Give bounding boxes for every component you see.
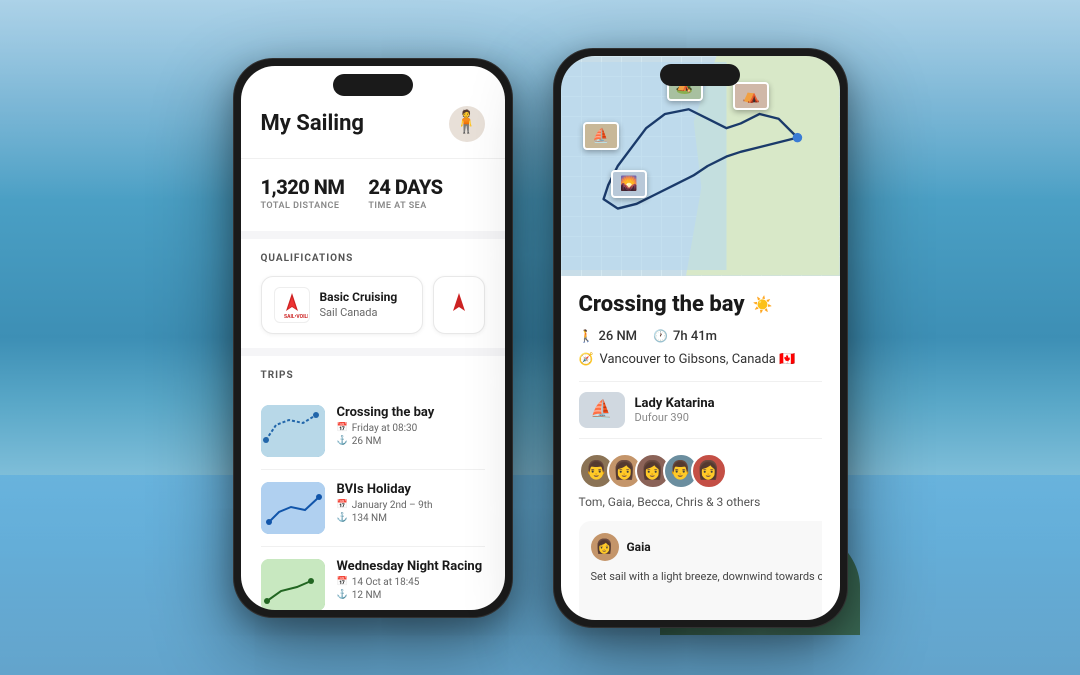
trip-route-row: 🧭 Vancouver to Gibsons, Canada 🇨🇦 — [579, 352, 822, 367]
calendar-icon-2: 📅 — [337, 500, 348, 510]
review-card-1[interactable]: 👩 Gaia Set sail with a light breeze, dow… — [579, 521, 822, 620]
avatar[interactable] — [449, 106, 485, 142]
left-screen: My Sailing 1,320 NM TOTAL DISTANCE 24 DA… — [241, 66, 505, 610]
crew-avatars: 👨 👩 👩 👨 👩 — [579, 453, 822, 489]
qualifications-section: QUALIFICATIONS SAIL•VOILE — [241, 239, 505, 348]
clock-icon: 🕐 — [653, 329, 668, 343]
days-label: TIME AT SEA — [368, 201, 442, 211]
reviewer-avatar-1: 👩 — [591, 533, 619, 561]
trip-info-1: Crossing the bay 📅 Friday at 08:30 ⚓ 26 … — [337, 405, 435, 449]
crew-avatar-5: 👩 — [691, 453, 727, 489]
my-sailing-title: My Sailing — [261, 111, 365, 136]
distance-label: TOTAL DISTANCE — [261, 201, 345, 211]
trip-item-3[interactable]: Wednesday Night Racing 📅 14 Oct at 18:45… — [261, 547, 485, 610]
trip-map-1 — [261, 405, 325, 457]
map-photo-4: 🌄 — [611, 170, 647, 198]
days-value: 24 DAYS — [368, 175, 442, 199]
distance-icon-3: ⚓ — [337, 590, 348, 600]
trip-meta-date-2: 📅 January 2nd – 9th — [337, 500, 433, 511]
trip-detail-content: Crossing the bay ☀️ 🚶 26 NM 🕐 7h 41m — [561, 276, 840, 620]
trip-item-2[interactable]: BVIs Holiday 📅 January 2nd – 9th ⚓ 134 N… — [261, 470, 485, 547]
compass-icon: 🧭 — [579, 352, 594, 366]
trip-stats-row: 🚶 26 NM 🕐 7h 41m — [579, 329, 822, 344]
svg-text:SAIL•VOILE: SAIL•VOILE — [284, 314, 308, 320]
trip-dist-1: 26 NM — [352, 436, 382, 447]
map-area: ⛵ 🏕️ ⛺ 🌄 — [561, 56, 840, 276]
trip-map-2 — [261, 482, 325, 534]
trip-distance-item: 🚶 26 NM — [579, 329, 638, 344]
distance-value: 1,320 NM — [261, 175, 345, 199]
map-photos: ⛵ 🏕️ ⛺ 🌄 — [561, 56, 840, 276]
distance-stat: 1,320 NM TOTAL DISTANCE — [261, 175, 345, 211]
trips-title: TRIPS — [261, 370, 485, 381]
trip-name-1: Crossing the bay — [337, 405, 435, 420]
trip-meta-dist-2: ⚓ 134 NM — [337, 513, 433, 524]
calendar-icon-1: 📅 — [337, 423, 348, 433]
reviewer-name-1: Gaia — [627, 540, 651, 554]
reviews-section: 👩 Gaia Set sail with a light breeze, dow… — [579, 521, 822, 620]
trip-emoji: ☀️ — [753, 295, 773, 314]
days-stat: 24 DAYS TIME AT SEA — [368, 175, 442, 211]
qual-text-1: Basic Cruising Sail Canada — [320, 290, 398, 318]
boat-name: Lady Katarina — [635, 396, 715, 411]
trip-date-1: Friday at 08:30 — [352, 423, 418, 434]
left-notch — [333, 74, 413, 96]
trips-section: TRIPS Crossing th — [241, 356, 505, 610]
trip-duration: 7h 41m — [673, 329, 717, 344]
boat-section[interactable]: ⛵ Lady Katarina Dufour 390 — [579, 381, 822, 439]
left-phone: My Sailing 1,320 NM TOTAL DISTANCE 24 DA… — [233, 58, 513, 618]
crew-section: 👨 👩 👩 👨 👩 Tom, Gaia, Becca, Chris & 3 ot… — [579, 453, 822, 509]
trip-list: Crossing the bay 📅 Friday at 08:30 ⚓ 26 … — [261, 393, 485, 610]
calendar-icon-3: 📅 — [337, 577, 348, 587]
trip-date-3: 14 Oct at 18:45 — [352, 577, 420, 588]
trip-name-3: Wednesday Night Racing — [337, 559, 483, 574]
crew-names: Tom, Gaia, Becca, Chris & 3 others — [579, 495, 822, 509]
map-photo-3: ⛺ — [733, 82, 769, 110]
qual-cards: SAIL•VOILE Basic Cruising Sail Canada — [261, 276, 485, 334]
stats-section: 1,320 NM TOTAL DISTANCE 24 DAYS TIME AT … — [241, 159, 505, 231]
qual-org-1: Sail Canada — [320, 306, 398, 319]
right-phone: ⛵ 🏕️ ⛺ 🌄 Crossing the bay — [553, 48, 848, 628]
trip-item-1[interactable]: Crossing the bay 📅 Friday at 08:30 ⚓ 26 … — [261, 393, 485, 470]
trip-route: Vancouver to Gibsons, Canada 🇨🇦 — [599, 352, 795, 367]
trip-dist-3: 12 NM — [352, 590, 382, 601]
trip-title-row: Crossing the bay ☀️ — [579, 292, 822, 317]
trip-info-2: BVIs Holiday 📅 January 2nd – 9th ⚓ 134 N… — [337, 482, 433, 526]
trip-meta-date-3: 📅 14 Oct at 18:45 — [337, 577, 483, 588]
qual-card-2[interactable] — [433, 276, 485, 334]
qualifications-title: QUALIFICATIONS — [261, 253, 485, 264]
trip-map-3 — [261, 559, 325, 610]
review-header-1: 👩 Gaia — [591, 533, 822, 561]
boat-model: Dufour 390 — [635, 411, 715, 424]
boat-info: Lady Katarina Dufour 390 — [635, 396, 715, 424]
map-photo-1: ⛵ — [583, 122, 619, 150]
right-notch — [660, 64, 740, 86]
trip-duration-item: 🕐 7h 41m — [653, 329, 717, 344]
trip-date-2: January 2nd – 9th — [352, 500, 433, 511]
trip-info-3: Wednesday Night Racing 📅 14 Oct at 18:45… — [337, 559, 483, 603]
sail-canada-logo-1: SAIL•VOILE — [274, 287, 310, 323]
trip-meta-dist-1: ⚓ 26 NM — [337, 436, 435, 447]
trip-distance: 26 NM — [598, 329, 637, 344]
review-text-1: Set sail with a light breeze, downwind t… — [591, 569, 822, 586]
qual-name-1: Basic Cruising — [320, 290, 398, 304]
distance-icon-2: ⚓ — [337, 513, 348, 523]
distance-icon-1: ⚓ — [337, 436, 348, 446]
trip-title: Crossing the bay — [579, 292, 745, 317]
boat-thumbnail: ⛵ — [579, 392, 625, 428]
trip-name-2: BVIs Holiday — [337, 482, 433, 497]
trip-meta-dist-3: ⚓ 12 NM — [337, 590, 483, 601]
right-screen: ⛵ 🏕️ ⛺ 🌄 Crossing the bay — [561, 56, 840, 620]
trip-dist-2: 134 NM — [352, 513, 387, 524]
person-walk-icon: 🚶 — [579, 329, 594, 343]
trip-meta-date-1: 📅 Friday at 08:30 — [337, 423, 435, 434]
phones-container: My Sailing 1,320 NM TOTAL DISTANCE 24 DA… — [0, 0, 1080, 675]
qual-card-1[interactable]: SAIL•VOILE Basic Cruising Sail Canada — [261, 276, 423, 334]
